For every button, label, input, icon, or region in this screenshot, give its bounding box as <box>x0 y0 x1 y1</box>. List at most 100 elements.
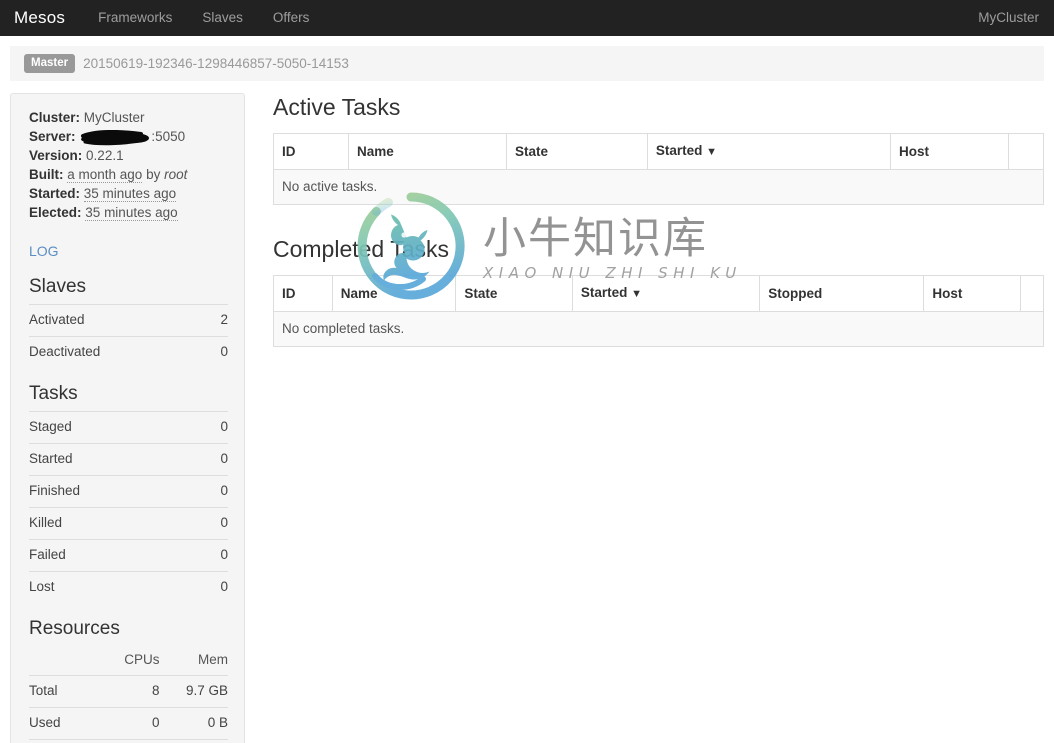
resources-header-row: CPUs Mem <box>29 646 228 676</box>
tasks-lost-label: Lost <box>29 571 203 603</box>
sort-desc-caret-icon: ▼ <box>706 146 718 158</box>
active-tasks-title: Active Tasks <box>273 94 401 120</box>
meta-built: Built: a month ago by root <box>29 165 228 184</box>
nav-links: Frameworks Slaves Offers <box>83 0 324 36</box>
meta-version: Version: 0.22.1 <box>29 146 228 165</box>
top-navbar: Mesos Frameworks Slaves Offers MyCluster <box>0 0 1054 36</box>
table-row: Staged 0 <box>29 411 228 444</box>
slaves-section-title: Slaves <box>29 276 87 297</box>
active-col-host[interactable]: Host <box>890 133 1009 170</box>
completed-col-state[interactable]: State <box>455 275 573 312</box>
slaves-stat-table: Activated 2 Deactivated 0 <box>29 304 228 368</box>
table-row: Total 8 9.7 GB <box>29 675 228 708</box>
completed-col-extra[interactable] <box>1019 275 1045 312</box>
tasks-failed-value: 0 <box>202 539 228 572</box>
resources-offered-mem: 0 B <box>159 739 228 743</box>
tasks-staged-value: 0 <box>202 411 228 444</box>
active-tasks-empty-row: No active tasks. <box>273 169 1044 205</box>
resources-offered-label: Offered <box>29 739 102 743</box>
tasks-killed-label: Killed <box>29 507 203 540</box>
completed-col-name[interactable]: Name <box>331 275 457 312</box>
meta-server-label: Server: <box>29 129 76 144</box>
meta-cluster: Cluster: MyCluster <box>29 108 228 127</box>
meta-version-value: 0.22.1 <box>86 148 124 163</box>
slaves-activated-value: 2 <box>209 304 228 337</box>
resources-total-label: Total <box>29 675 102 708</box>
resources-total-cpus: 8 <box>101 675 160 708</box>
log-link[interactable]: LOG <box>29 241 228 261</box>
tasks-lost-value: 0 <box>202 571 228 603</box>
slaves-deactivated-value: 0 <box>209 336 228 368</box>
completed-col-host[interactable]: Host <box>923 275 1021 312</box>
table-row: Failed 0 <box>29 539 228 572</box>
meta-cluster-value: MyCluster <box>83 110 145 125</box>
active-col-name[interactable]: Name <box>347 133 508 170</box>
table-row: Offered 0 0 B <box>29 739 228 743</box>
tasks-staged-label: Staged <box>29 411 203 444</box>
nav-brand-mesos[interactable]: Mesos <box>0 0 83 36</box>
table-row: Finished 0 <box>29 475 228 508</box>
table-row: Lost 0 <box>29 571 228 603</box>
tasks-stat-table: Staged 0 Started 0 Finished 0 Killed 0 F… <box>29 411 228 603</box>
completed-col-stopped[interactable]: Stopped <box>759 275 925 312</box>
nav-cluster-name[interactable]: MyCluster <box>963 0 1054 36</box>
completed-tasks-title: Completed Tasks <box>273 236 449 262</box>
completed-col-started[interactable]: Started ▼ <box>571 275 761 312</box>
nav-item-slaves: Slaves <box>187 0 258 36</box>
meta-version-label: Version: <box>29 148 83 163</box>
nav-item-offers: Offers <box>258 0 325 36</box>
table-row: Started 0 <box>29 443 228 476</box>
tasks-killed-value: 0 <box>202 507 228 540</box>
active-col-id[interactable]: ID <box>273 133 349 170</box>
master-id-text: 20150619-192346-1298446857-5050-14153 <box>83 55 349 71</box>
resources-total-mem: 9.7 GB <box>159 675 228 708</box>
page-body: Cluster: MyCluster Server: :5050 Version… <box>0 81 1054 743</box>
table-row: Deactivated 0 <box>29 336 228 368</box>
resources-col-mem: Mem <box>159 646 228 676</box>
meta-elected-label: Elected: <box>29 205 82 220</box>
status-badge-master: Master <box>24 54 76 73</box>
completed-tasks-empty-row: No completed tasks. <box>273 311 1044 347</box>
slaves-activated-label: Activated <box>29 304 210 337</box>
redaction-mark <box>79 129 151 146</box>
meta-started-value[interactable]: 35 minutes ago <box>83 186 177 202</box>
tasks-failed-label: Failed <box>29 539 203 572</box>
resources-offered-cpus: 0 <box>101 739 160 743</box>
tasks-section-title: Tasks <box>29 383 78 404</box>
meta-started-label: Started: <box>29 186 81 201</box>
tasks-started-value: 0 <box>202 443 228 476</box>
resources-col-blank <box>29 646 102 676</box>
active-tasks-header-row: ID Name State Started ▼ Host <box>273 133 1045 170</box>
meta-cluster-label: Cluster: <box>29 110 81 125</box>
active-col-state[interactable]: State <box>506 133 648 170</box>
meta-server: Server: :5050 <box>29 127 228 146</box>
nav-link-slaves[interactable]: Slaves <box>187 0 258 36</box>
tasks-finished-value: 0 <box>202 475 228 508</box>
table-row: Killed 0 <box>29 507 228 540</box>
master-header-bar: Master 20150619-192346-1298446857-5050-1… <box>10 46 1044 81</box>
active-tasks-empty-message: No active tasks. <box>273 169 1044 205</box>
main-content: Active Tasks ID Name State Started ▼ Hos… <box>273 93 1045 347</box>
table-row: Used 0 0 B <box>29 707 228 740</box>
table-row: Activated 2 <box>29 304 228 337</box>
resources-col-cpus: CPUs <box>101 646 160 676</box>
resources-stat-table: CPUs Mem Total 8 9.7 GB Used 0 0 B Offer… <box>29 646 228 743</box>
active-col-started[interactable]: Started ▼ <box>646 133 892 170</box>
completed-col-id[interactable]: ID <box>273 275 333 312</box>
meta-elected-value[interactable]: 35 minutes ago <box>85 205 178 221</box>
completed-tasks-empty-message: No completed tasks. <box>273 311 1044 347</box>
sort-desc-caret-icon: ▼ <box>631 288 643 300</box>
meta-started: Started: 35 minutes ago <box>29 184 228 203</box>
nav-item-frameworks: Frameworks <box>83 0 187 36</box>
tasks-started-label: Started <box>29 443 203 476</box>
meta-built-value[interactable]: a month ago <box>67 167 143 183</box>
completed-tasks-table: ID Name State Started ▼ Stopped Host No … <box>273 275 1045 347</box>
resources-used-label: Used <box>29 707 102 740</box>
meta-built-by: by <box>146 167 161 182</box>
active-col-extra[interactable] <box>1007 133 1045 170</box>
resources-used-mem: 0 B <box>159 707 228 740</box>
nav-link-offers[interactable]: Offers <box>258 0 325 36</box>
active-tasks-table: ID Name State Started ▼ Host No active t… <box>273 133 1045 205</box>
meta-server-port: :5050 <box>151 129 186 144</box>
nav-link-frameworks[interactable]: Frameworks <box>83 0 187 36</box>
